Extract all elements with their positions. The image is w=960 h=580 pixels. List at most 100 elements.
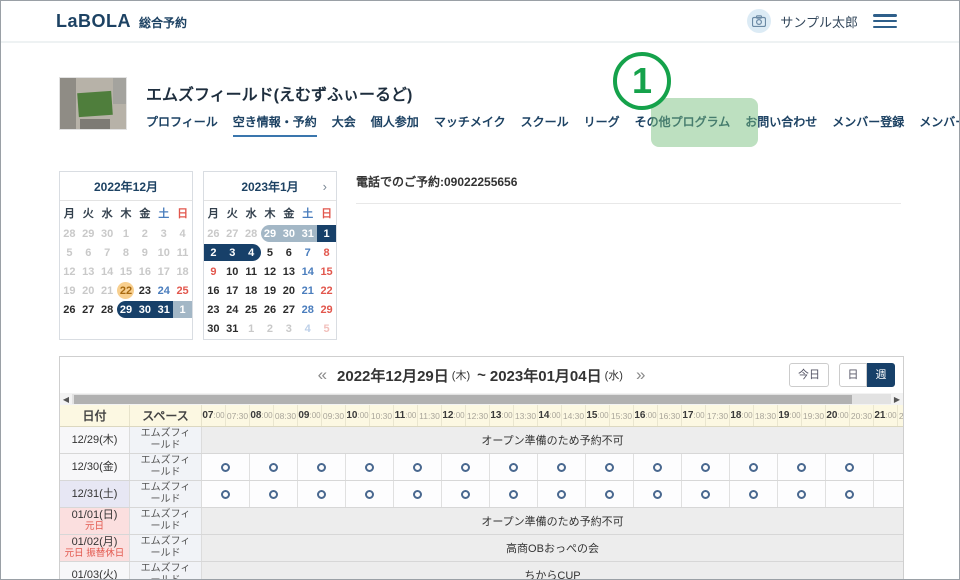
note-cell: ちからCUP bbox=[202, 562, 903, 580]
slot-cell[interactable] bbox=[730, 454, 778, 480]
calendar-day[interactable]: 15 bbox=[317, 262, 336, 281]
slot-cell[interactable] bbox=[202, 454, 250, 480]
calendar-day[interactable]: 28 bbox=[98, 300, 117, 319]
calendar-day[interactable]: 23 bbox=[135, 281, 154, 300]
calendar-day[interactable]: 24 bbox=[223, 300, 242, 319]
nav-item-5[interactable]: スクール bbox=[521, 113, 569, 137]
slot-cell[interactable] bbox=[346, 454, 394, 480]
week-view-button[interactable]: 週 bbox=[867, 363, 895, 387]
calendar-day[interactable]: 30 bbox=[135, 300, 154, 319]
calendar-day[interactable]: 4 bbox=[242, 243, 261, 262]
nav-item-9[interactable]: メンバー登録 bbox=[832, 113, 904, 137]
calendar-day[interactable]: 19 bbox=[261, 281, 280, 300]
nav-item-8[interactable]: お問い合わせ bbox=[745, 113, 817, 137]
calendar-day[interactable]: 29 bbox=[117, 300, 136, 319]
next-week-arrow[interactable]: » bbox=[636, 365, 645, 385]
nav-item-10[interactable]: メンバーログイン bbox=[919, 113, 960, 137]
calendar-day[interactable]: 3 bbox=[223, 243, 242, 262]
nav-item-1[interactable]: 空き情報・予約 bbox=[233, 113, 317, 137]
scrollbar-thumb[interactable] bbox=[74, 395, 852, 404]
calendar-next-arrow[interactable]: › bbox=[323, 172, 327, 201]
scroll-left-arrow[interactable]: ◀ bbox=[60, 393, 72, 405]
calendar-day[interactable]: 11 bbox=[242, 262, 261, 281]
slot-cell[interactable] bbox=[634, 481, 682, 507]
slot-cell[interactable] bbox=[394, 454, 442, 480]
nav-item-0[interactable]: プロフィール bbox=[146, 113, 218, 137]
slot-cell[interactable] bbox=[298, 454, 346, 480]
calendar-day[interactable]: 9 bbox=[204, 262, 223, 281]
today-button[interactable]: 今日 bbox=[789, 363, 829, 387]
avatar[interactable] bbox=[747, 9, 771, 33]
calendar-day[interactable]: 22 bbox=[317, 281, 336, 300]
slot-cell[interactable] bbox=[778, 481, 826, 507]
nav-item-4[interactable]: マッチメイク bbox=[434, 113, 506, 137]
scrollbar-track[interactable] bbox=[72, 394, 891, 404]
calendar-day[interactable]: 12 bbox=[261, 262, 280, 281]
calendar-day[interactable]: 5 bbox=[261, 243, 280, 262]
scroll-right-arrow[interactable]: ▶ bbox=[891, 393, 903, 405]
calendar-day[interactable]: 2 bbox=[204, 243, 223, 262]
slot-cell[interactable] bbox=[490, 481, 538, 507]
slot-cell[interactable] bbox=[730, 481, 778, 507]
nav-item-3[interactable]: 個人参加 bbox=[371, 113, 419, 137]
calendar-day[interactable]: 10 bbox=[223, 262, 242, 281]
calendar-day[interactable]: 27 bbox=[279, 300, 298, 319]
calendar-day[interactable]: 29 bbox=[261, 224, 280, 243]
slot-cell[interactable] bbox=[250, 481, 298, 507]
slot-cell[interactable] bbox=[298, 481, 346, 507]
slot-cell[interactable] bbox=[250, 454, 298, 480]
calendar-day[interactable]: 26 bbox=[60, 300, 79, 319]
user-name[interactable]: サンプル太郎 bbox=[780, 12, 858, 31]
calendar-day[interactable]: 29 bbox=[317, 300, 336, 319]
slot-cell[interactable] bbox=[826, 454, 874, 480]
slot-cell[interactable] bbox=[682, 481, 730, 507]
slot-cell[interactable] bbox=[538, 454, 586, 480]
nav-item-6[interactable]: リーグ bbox=[584, 113, 620, 137]
calendar-day[interactable]: 21 bbox=[298, 281, 317, 300]
calendar-day[interactable]: 13 bbox=[279, 262, 298, 281]
calendar-day[interactable]: 27 bbox=[79, 300, 98, 319]
calendar-day[interactable]: 25 bbox=[242, 300, 261, 319]
slot-cell[interactable] bbox=[394, 481, 442, 507]
slot-cell[interactable] bbox=[490, 454, 538, 480]
calendar-day[interactable]: 1 bbox=[317, 224, 336, 243]
calendar-day[interactable]: 30 bbox=[279, 224, 298, 243]
calendar-day[interactable]: 26 bbox=[261, 300, 280, 319]
nav-item-7[interactable]: その他プログラム bbox=[635, 113, 731, 137]
calendar-day[interactable]: 20 bbox=[279, 281, 298, 300]
slot-cell[interactable] bbox=[442, 454, 490, 480]
slot-cell[interactable] bbox=[586, 454, 634, 480]
logo[interactable]: LaBOLA 総合予約 bbox=[56, 11, 187, 32]
facility-photo[interactable] bbox=[59, 77, 127, 130]
calendar-day[interactable]: 6 bbox=[279, 243, 298, 262]
slot-cell[interactable] bbox=[826, 481, 874, 507]
calendar-day[interactable]: 16 bbox=[204, 281, 223, 300]
hamburger-icon[interactable] bbox=[873, 14, 897, 28]
slot-cell[interactable] bbox=[442, 481, 490, 507]
calendar-day[interactable]: 8 bbox=[317, 243, 336, 262]
slot-cell[interactable] bbox=[538, 481, 586, 507]
calendar-day[interactable]: 31 bbox=[298, 224, 317, 243]
calendar-day[interactable]: 14 bbox=[298, 262, 317, 281]
calendar-day[interactable]: 30 bbox=[204, 319, 223, 338]
calendar-day[interactable]: 22 bbox=[117, 281, 136, 300]
calendar-day[interactable]: 31 bbox=[154, 300, 173, 319]
slot-cell[interactable] bbox=[346, 481, 394, 507]
calendar-day[interactable]: 31 bbox=[223, 319, 242, 338]
calendar-day[interactable]: 18 bbox=[242, 281, 261, 300]
slot-cell[interactable] bbox=[634, 454, 682, 480]
calendar-day[interactable]: 1 bbox=[173, 300, 192, 319]
slot-cell[interactable] bbox=[682, 454, 730, 480]
calendar-day[interactable]: 17 bbox=[223, 281, 242, 300]
day-view-button[interactable]: 日 bbox=[839, 363, 867, 387]
calendar-day[interactable]: 28 bbox=[298, 300, 317, 319]
slot-cell[interactable] bbox=[202, 481, 250, 507]
calendar-day[interactable]: 7 bbox=[298, 243, 317, 262]
prev-week-arrow[interactable]: « bbox=[318, 365, 327, 385]
calendar-day[interactable]: 25 bbox=[173, 281, 192, 300]
slot-cell[interactable] bbox=[778, 454, 826, 480]
calendar-day[interactable]: 23 bbox=[204, 300, 223, 319]
slot-cell[interactable] bbox=[586, 481, 634, 507]
calendar-day[interactable]: 24 bbox=[154, 281, 173, 300]
nav-item-2[interactable]: 大会 bbox=[332, 113, 356, 137]
